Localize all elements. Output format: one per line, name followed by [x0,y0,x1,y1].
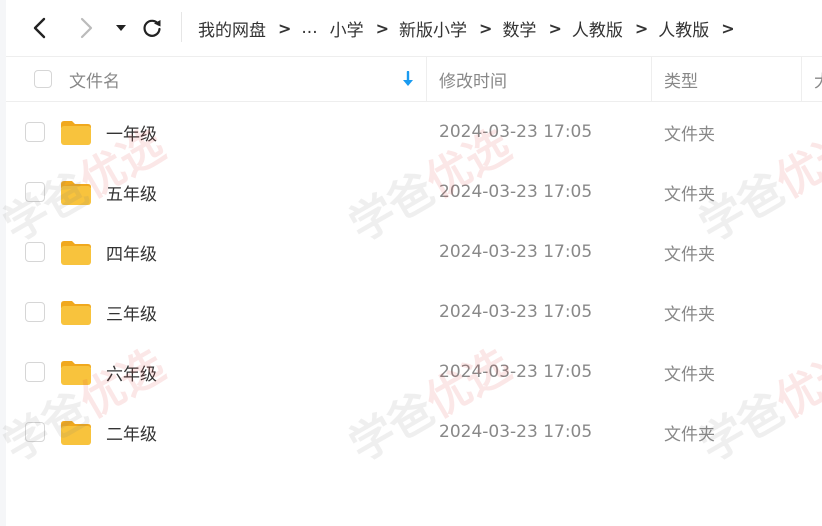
row-checkbox[interactable] [25,302,45,322]
forward-button[interactable] [72,14,100,42]
file-size [814,402,822,462]
table-row[interactable]: 四年级 2024-03-23 17:05 文件夹 [6,222,822,282]
file-type: 文件夹 [664,304,715,325]
refresh-button[interactable] [138,14,166,42]
breadcrumb-item-renjiao-2[interactable]: 人教版 [658,16,709,41]
back-button[interactable] [26,14,54,42]
toolbar-separator [181,12,182,42]
toolbar: 我的网盘 > ... 小学 > 新版小学 > 数学 > 人教版 > 人教版 > [6,0,822,56]
breadcrumb-separator: > [479,18,493,38]
file-name[interactable]: 三年级 [106,282,157,342]
folder-icon [61,181,91,205]
breadcrumb-item-my-drive[interactable]: 我的网盘 [198,16,266,41]
row-checkbox[interactable] [25,362,45,382]
file-name[interactable]: 五年级 [106,162,157,222]
file-name[interactable]: 六年级 [106,342,157,402]
table-row[interactable]: 二年级 2024-03-23 17:05 文件夹 [6,402,822,462]
breadcrumb-item-new-primary[interactable]: 新版小学 [399,16,467,41]
column-divider[interactable] [651,57,652,101]
column-header-modified[interactable]: 修改时间 [439,57,507,101]
row-checkbox[interactable] [25,242,45,262]
file-modified-time: 2024-03-23 17:05 [439,122,593,142]
file-name[interactable]: 四年级 [106,222,157,282]
column-header-size[interactable]: 大 [814,57,822,101]
file-modified-time: 2024-03-23 17:05 [439,362,593,382]
file-size [814,282,822,342]
file-size [814,342,822,402]
breadcrumb-item-renjiao-1[interactable]: 人教版 [572,16,623,41]
row-checkbox[interactable] [25,182,45,202]
file-type: 文件夹 [664,364,715,385]
file-name[interactable]: 二年级 [106,402,157,462]
row-checkbox[interactable] [25,422,45,442]
chevron-left-icon [33,17,46,39]
file-modified-time: 2024-03-23 17:05 [439,302,593,322]
caret-down-icon [116,25,126,31]
breadcrumb-separator: > [548,18,562,38]
breadcrumb-separator: > [721,18,735,38]
breadcrumb-item-ellipsis[interactable]: ... [301,18,317,38]
file-type: 文件夹 [664,124,715,145]
file-modified-time: 2024-03-23 17:05 [439,422,593,442]
column-header-type[interactable]: 类型 [664,57,698,101]
refresh-icon [143,19,161,37]
file-size [814,162,822,222]
table-row[interactable]: 一年级 2024-03-23 17:05 文件夹 [6,102,822,162]
file-name[interactable]: 一年级 [106,102,157,162]
table-row[interactable]: 三年级 2024-03-23 17:05 文件夹 [6,282,822,342]
chevron-right-icon [80,17,93,39]
select-all-checkbox[interactable] [34,70,52,88]
file-size [814,102,822,162]
folder-icon [61,241,91,265]
arrow-down-icon[interactable] [402,71,414,87]
breadcrumb-separator: > [375,18,390,38]
file-size [814,222,822,282]
breadcrumb: 我的网盘 > ... 小学 > 新版小学 > 数学 > 人教版 > 人教版 > [198,0,745,56]
table-row[interactable]: 六年级 2024-03-23 17:05 文件夹 [6,342,822,402]
file-type: 文件夹 [664,184,715,205]
file-modified-time: 2024-03-23 17:05 [439,242,593,262]
folder-icon [61,421,91,445]
column-divider[interactable] [801,57,802,101]
file-modified-time: 2024-03-23 17:05 [439,182,593,202]
column-header-name[interactable]: 文件名 [69,57,120,101]
table-row[interactable]: 五年级 2024-03-23 17:05 文件夹 [6,162,822,222]
breadcrumb-separator: > [278,18,292,38]
folder-icon [61,301,91,325]
breadcrumb-item-primary-school[interactable]: 小学 [330,16,364,41]
column-divider[interactable] [426,57,427,101]
file-type: 文件夹 [664,424,715,445]
file-list: 一年级 2024-03-23 17:05 文件夹 五年级 2024-03-23 … [6,102,822,462]
row-checkbox[interactable] [25,122,45,142]
folder-icon [61,121,91,145]
select-all-checkbox-cell [34,57,52,101]
breadcrumb-separator: > [634,18,649,38]
folder-icon [61,361,91,385]
history-dropdown-button[interactable] [107,14,135,42]
table-header: 文件名 修改时间 类型 大 [6,56,822,102]
breadcrumb-item-math[interactable]: 数学 [502,16,536,41]
file-type: 文件夹 [664,244,715,265]
